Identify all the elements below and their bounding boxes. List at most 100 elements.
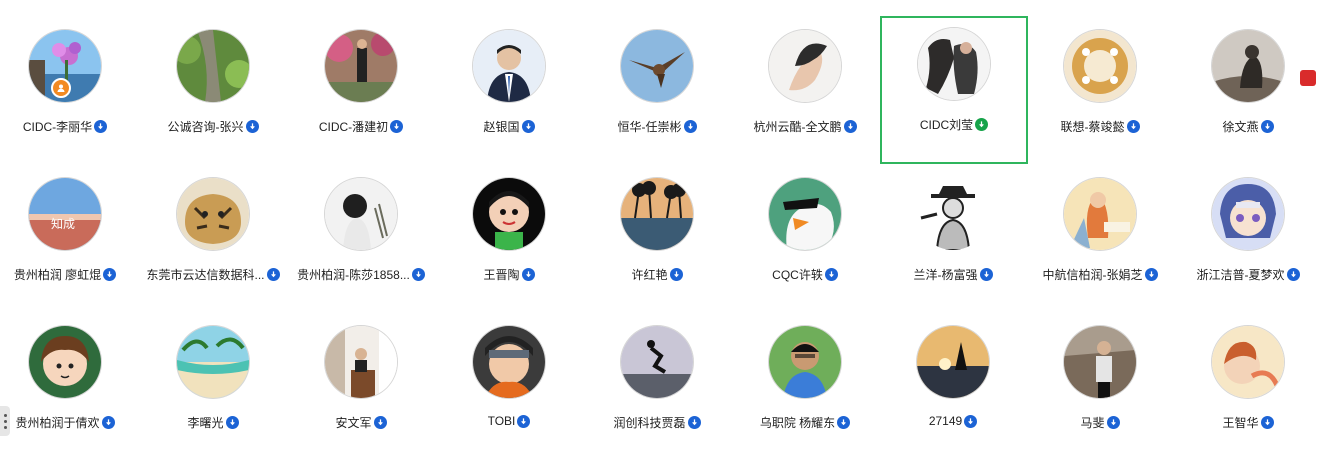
- contact-name: 杭州云酷-全文鹏: [753, 120, 842, 134]
- contact-name: CIDC刘莹: [919, 118, 974, 132]
- contact-name: 兰洋-杨富强: [913, 268, 978, 282]
- verified-icon: [964, 414, 978, 428]
- avatar: [177, 326, 249, 398]
- verified-icon: [101, 416, 115, 429]
- verified-icon: [1286, 268, 1300, 281]
- contact-tile[interactable]: 公诚咨询-张兴: [139, 18, 287, 166]
- avatar: [769, 326, 841, 398]
- avatar: [1064, 30, 1136, 102]
- avatar: [1212, 326, 1284, 398]
- contact-name: 东莞市云达信数据科...: [146, 268, 265, 282]
- contact-tile[interactable]: 东莞市云达信数据科...: [139, 166, 287, 314]
- contact-tile[interactable]: 恒华-任崇彬: [583, 18, 731, 166]
- verified-icon: [517, 414, 531, 428]
- contact-tile[interactable]: 联想-蔡竣懿: [1026, 18, 1174, 166]
- avatar: [325, 30, 397, 102]
- contact-tile[interactable]: 安文军: [287, 314, 435, 462]
- verified-icon: [103, 268, 117, 281]
- verified-icon: [1106, 416, 1120, 429]
- contact-grid: CIDC-李丽华 公诚咨询-张兴 CIDC-潘建初 赵银国 恒华-任崇彬 杭州云…: [0, 0, 1329, 466]
- verified-icon: [266, 268, 280, 281]
- contact-tile[interactable]: 乌职院 杨耀东: [731, 314, 879, 462]
- avatar: 知成: [29, 178, 101, 250]
- contact-tile[interactable]: CIDC-潘建初: [287, 18, 435, 166]
- verified-icon: [824, 268, 838, 281]
- contact-name: 马斐: [1080, 416, 1105, 430]
- contact-name: 贵州柏润 廖虹焜: [13, 268, 102, 282]
- contact-tile[interactable]: 李曙光: [139, 314, 287, 462]
- contact-tile[interactable]: 贵州柏润于倩欢: [0, 314, 139, 462]
- avatar: [917, 326, 989, 398]
- contact-name: TOBI: [487, 414, 516, 428]
- avatar: [473, 30, 545, 102]
- contact-tile[interactable]: 浙江洁普-夏梦欢: [1174, 166, 1322, 314]
- contact-tile[interactable]: 赵银国: [435, 18, 583, 166]
- side-drag-handle[interactable]: [0, 406, 10, 436]
- contact-name: 浙江洁普-夏梦欢: [1196, 268, 1285, 282]
- contact-name: 安文军: [335, 416, 372, 430]
- contact-tile[interactable]: TOBI: [435, 314, 583, 462]
- avatar: [1212, 178, 1284, 250]
- contact-tile[interactable]: CIDC-李丽华: [0, 18, 139, 166]
- contact-name: 许红艳: [631, 268, 668, 282]
- contact-tile[interactable]: CQC许轶: [731, 166, 879, 314]
- contact-name: 赵银国: [483, 120, 520, 134]
- verified-icon: [225, 416, 239, 429]
- contact-tile[interactable]: 知成 贵州柏润 廖虹焜: [0, 166, 139, 314]
- avatar: [473, 178, 545, 250]
- handle-dot: [3, 419, 7, 423]
- contact-name: 联想-蔡竣懿: [1060, 120, 1125, 134]
- avatar: [1212, 30, 1284, 102]
- contact-tile[interactable]: 杭州云酷-全文鹏: [731, 18, 879, 166]
- verified-icon: [975, 118, 989, 131]
- contact-tile[interactable]: 27149: [879, 314, 1027, 462]
- contact-name: 王晋陶: [483, 268, 520, 282]
- flag-icon: [1300, 70, 1316, 86]
- contact-name: 乌职院 杨耀东: [759, 416, 836, 430]
- contact-tile-selected[interactable]: CIDC刘莹: [880, 16, 1028, 164]
- avatar: [325, 326, 397, 398]
- avatar: [177, 30, 249, 102]
- verified-icon: [245, 120, 259, 133]
- contact-tile[interactable]: 润创科技贾磊: [583, 314, 731, 462]
- verified-icon: [373, 416, 387, 429]
- verified-icon: [390, 120, 404, 133]
- handle-dot: [3, 425, 7, 429]
- verified-icon: [683, 120, 697, 133]
- verified-icon: [1260, 120, 1274, 133]
- avatar: [1064, 178, 1136, 250]
- contact-tile[interactable]: 兰洋-杨富强: [879, 166, 1027, 314]
- avatar: [917, 178, 989, 250]
- contact-tile[interactable]: 马斐: [1026, 314, 1174, 462]
- contact-name: CIDC-潘建初: [318, 120, 389, 134]
- avatar: [621, 30, 693, 102]
- avatar: [621, 326, 693, 398]
- contact-tile[interactable]: 许红艳: [583, 166, 731, 314]
- contact-name: 公诚咨询-张兴: [167, 120, 244, 134]
- contact-name: 徐文燕: [1222, 120, 1259, 134]
- verified-icon: [669, 268, 683, 281]
- avatar: [473, 326, 545, 398]
- avatar: [1064, 326, 1136, 398]
- verified-icon: [521, 120, 535, 133]
- contact-tile[interactable]: 王晋陶: [435, 166, 583, 314]
- contact-name: 恒华-任崇彬: [617, 120, 682, 134]
- verified-icon: [1126, 120, 1140, 133]
- verified-icon: [837, 416, 851, 429]
- verified-icon: [843, 120, 857, 133]
- contact-tile[interactable]: 中航信柏润-张娟芝: [1026, 166, 1174, 314]
- verified-icon: [521, 268, 535, 281]
- verified-icon: [1144, 268, 1158, 281]
- verified-icon: [979, 268, 993, 281]
- contact-tile[interactable]: 贵州柏润-陈莎1858...: [287, 166, 435, 314]
- contact-name: 王智华: [1222, 416, 1259, 430]
- contact-tile[interactable]: 王智华: [1174, 314, 1322, 462]
- contact-name: CIDC-李丽华: [22, 120, 93, 134]
- contact-name: 中航信柏润-张娟芝: [1042, 268, 1143, 282]
- contact-tile[interactable]: 徐文燕: [1174, 18, 1322, 166]
- avatar: [325, 178, 397, 250]
- verified-icon: [94, 120, 108, 133]
- avatar: [621, 178, 693, 250]
- contact-name: 27149: [928, 414, 963, 428]
- verified-icon: [687, 416, 701, 429]
